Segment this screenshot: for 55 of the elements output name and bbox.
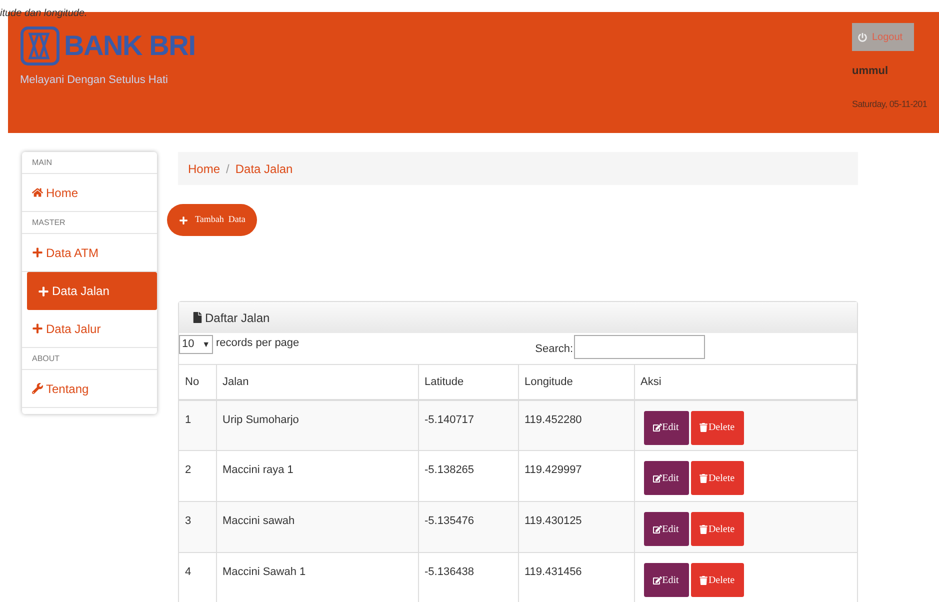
edit-icon bbox=[653, 423, 662, 432]
date-text: Saturday, 05-11-201 bbox=[852, 98, 928, 111]
delete-button[interactable]: Delete bbox=[690, 563, 744, 597]
trash-icon bbox=[699, 474, 708, 482]
document-icon bbox=[193, 312, 202, 323]
dropdown-icon: ▼ bbox=[202, 338, 210, 350]
search-label: Search: bbox=[535, 342, 574, 357]
edit-icon bbox=[653, 474, 662, 482]
plus-icon bbox=[32, 247, 43, 258]
logo-text: BANK BRI bbox=[64, 32, 196, 60]
edit-button[interactable]: Edit bbox=[644, 563, 688, 597]
edit-button[interactable]: Edit bbox=[644, 461, 688, 495]
sidebar-item[interactable]: Data Jalur bbox=[22, 310, 157, 348]
page-size-select[interactable]: 10 ▼ bbox=[179, 335, 213, 354]
edit-icon bbox=[653, 576, 662, 584]
sidebar-heading: MAIN bbox=[22, 152, 157, 174]
sidebar-heading: MASTER bbox=[22, 212, 157, 234]
trash-icon bbox=[699, 576, 708, 584]
sidebar-heading: ABOUT bbox=[22, 348, 157, 370]
breadcrumb-separator: / bbox=[226, 160, 230, 178]
table-cell: Maccini Sawah 1 bbox=[216, 552, 418, 602]
delete-button[interactable]: Delete bbox=[690, 512, 744, 546]
delete-button[interactable]: Delete bbox=[690, 461, 744, 495]
column-header: Jalan bbox=[216, 364, 418, 400]
tagline: Melayani Dengan Setulus Hati bbox=[20, 73, 169, 88]
table-cell: 4 bbox=[179, 552, 216, 602]
username: ummul bbox=[852, 64, 888, 79]
power-icon bbox=[858, 32, 867, 42]
logo-icon bbox=[20, 26, 60, 66]
breadcrumb-link[interactable]: Home bbox=[188, 160, 220, 178]
home-icon bbox=[32, 187, 43, 198]
wrench-icon bbox=[32, 383, 43, 394]
records-label: records per page bbox=[216, 336, 300, 351]
sidebar-item[interactable]: Home bbox=[22, 174, 157, 212]
trash-icon bbox=[699, 423, 708, 432]
edit-button[interactable]: Edit bbox=[644, 512, 688, 546]
panel-title: Daftar Jalan bbox=[205, 310, 270, 326]
plus-icon bbox=[179, 216, 188, 224]
edit-icon bbox=[653, 524, 662, 534]
sidebar-item[interactable]: Tentang bbox=[22, 370, 157, 408]
edit-button[interactable]: Edit bbox=[644, 410, 688, 444]
sidebar-item[interactable]: Data Jalan bbox=[27, 272, 157, 310]
column-header: No bbox=[179, 364, 216, 400]
column-header: Aksi bbox=[634, 364, 856, 400]
plus-icon bbox=[38, 286, 49, 296]
add-data-button[interactable]: Tambah Data bbox=[167, 204, 257, 236]
plus-icon bbox=[32, 323, 43, 334]
column-header: Longitude bbox=[518, 364, 634, 400]
trash-icon bbox=[699, 524, 708, 534]
breadcrumb-link[interactable]: Data Jalan bbox=[235, 160, 293, 178]
table-cell: 119.431456 bbox=[518, 552, 634, 602]
delete-button[interactable]: Delete bbox=[690, 410, 744, 444]
search-field[interactable] bbox=[574, 335, 706, 359]
table-cell: -5.136438 bbox=[418, 552, 518, 602]
column-header: Latitude bbox=[418, 364, 518, 400]
